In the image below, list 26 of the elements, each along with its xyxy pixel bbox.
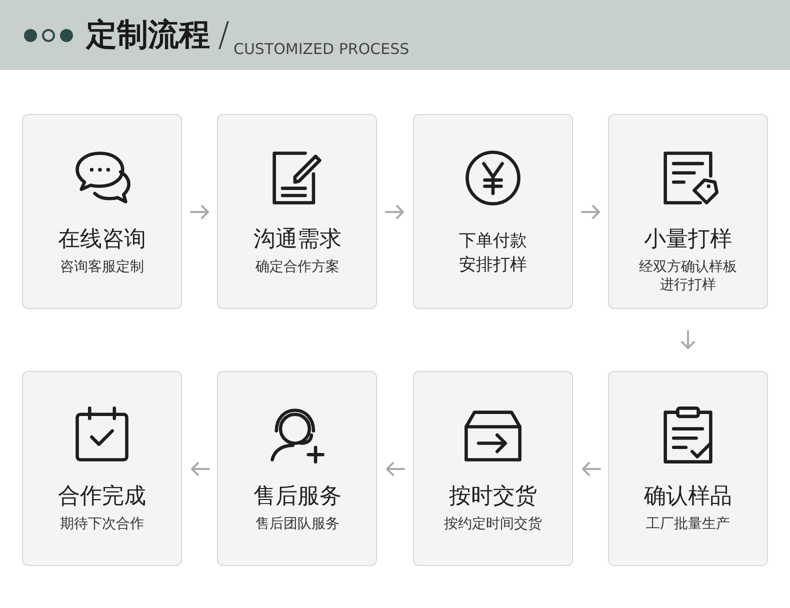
- step-description: 安排打样: [458, 255, 527, 277]
- arrow-icon: [384, 204, 406, 220]
- step-title: 确认样品: [644, 484, 732, 510]
- step-title: 按时交货: [448, 484, 537, 510]
- arrow-icon: [188, 460, 211, 476]
- step-description: 售后团队服务: [255, 516, 340, 534]
- title-slash: /: [218, 14, 230, 56]
- step-title: 合作完成: [58, 484, 146, 510]
- step-title: 下单付款: [458, 231, 527, 252]
- step-description: 工厂批量生产: [646, 516, 730, 534]
- step-title: 售后服务: [253, 484, 342, 510]
- step-description: 确定合作方案: [255, 259, 340, 277]
- step-description: 经双方确认样板 进行打样: [639, 259, 738, 294]
- step-description: 咨询客服定制: [60, 259, 144, 277]
- step-title: 在线咨询: [58, 227, 146, 254]
- step-description: 期待下次合作: [60, 516, 144, 534]
- arrow-icon: [580, 204, 602, 220]
- step-description: 按约定时间交货: [444, 516, 542, 534]
- arrow-icon: [384, 460, 406, 476]
- arrow-icon: [580, 460, 602, 476]
- arrow-icon: [188, 204, 211, 220]
- step-title: 小量打样: [644, 227, 732, 254]
- step-title: 沟通需求: [253, 227, 342, 254]
- page-subtitle: CUSTOMIZED PROCESS: [233, 38, 410, 60]
- arrow-icon: [680, 329, 696, 351]
- page-title: 定制流程: [86, 16, 210, 55]
